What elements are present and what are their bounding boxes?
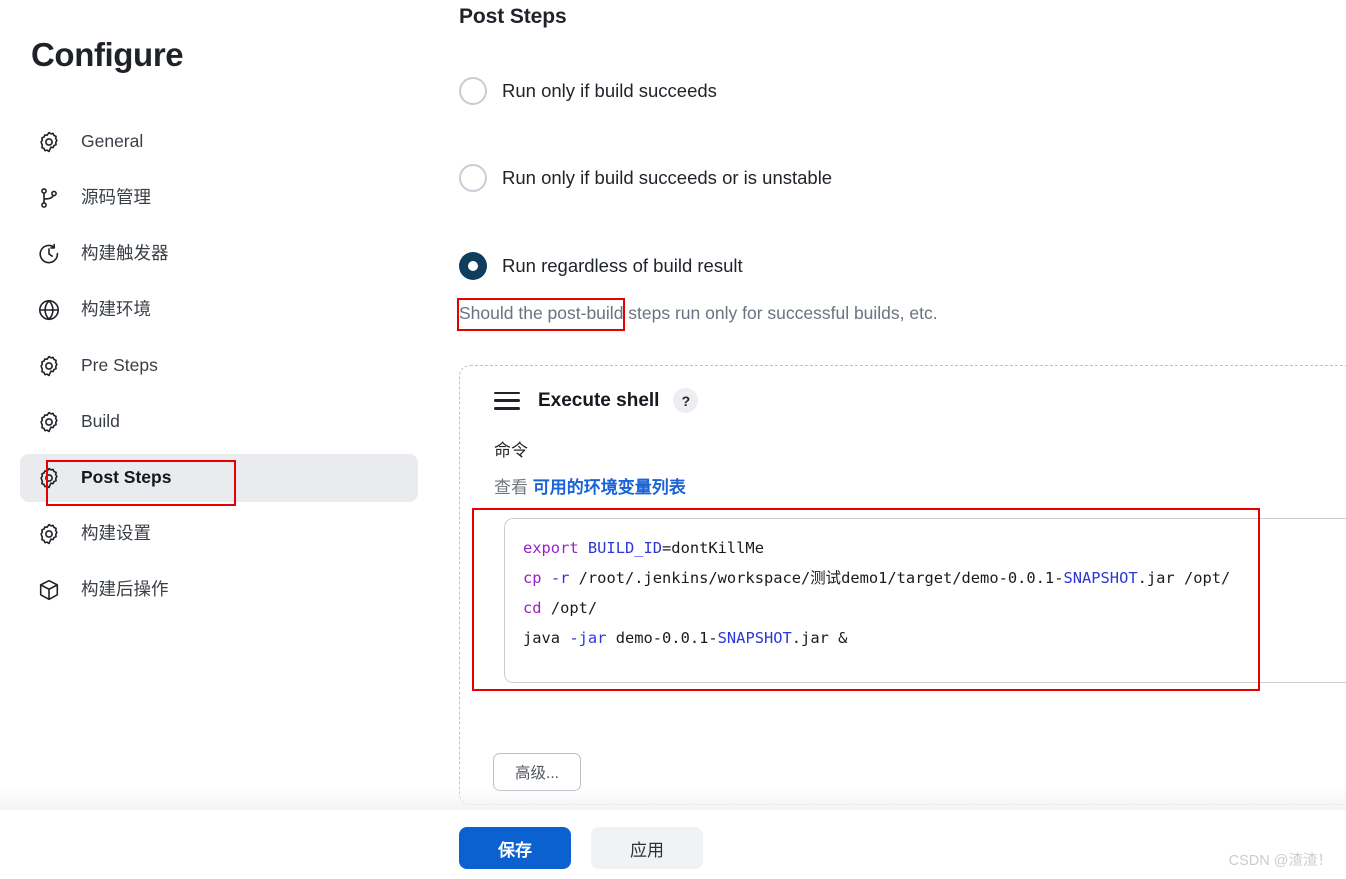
sidebar-item-7[interactable]: Post Steps [20,454,418,502]
code-token: /opt/ [541,599,598,617]
gear-icon [36,521,62,547]
gear-icon [36,129,62,155]
code-token: .jar & [791,629,848,647]
sidebar-item-8[interactable]: 构建设置 [20,510,418,558]
code-token: -r [550,569,570,587]
page-title: Configure [31,36,184,73]
radio-mark[interactable] [459,77,487,105]
sidebar-item-6[interactable]: Build [20,398,418,446]
sidebar-item-3[interactable]: 构建触发器 [20,230,418,278]
gear-icon [36,465,62,491]
sidebar-item-label: Build [81,411,120,432]
help-icon[interactable]: ? [673,388,699,413]
drag-handle-icon[interactable] [494,391,520,410]
gear-icon [36,409,62,435]
globe-icon [36,297,62,323]
clock-icon [36,241,62,267]
radio-run-if-succeeds-or-unstable[interactable]: Run only if build succeeds or is unstabl… [459,164,832,192]
save-button[interactable]: 保存 [459,827,571,869]
code-line: java -jar demo-0.0.1-SNAPSHOT.jar & [523,623,1346,653]
sidebar-item-label: 构建设置 [81,523,151,544]
code-token: demo-0.0.1- [606,629,718,647]
main-content: Post Steps Run only if build succeeds Ru… [440,0,1346,810]
sidebar-item-label: 构建触发器 [81,243,169,264]
package-icon [36,577,62,603]
sidebar-item-label: 构建后操作 [81,579,169,600]
code-token: SNAPSHOT [1063,569,1138,587]
sidebar-item-label: Post Steps [81,467,172,488]
watermark: CSDN @渣渣！ [1228,853,1332,869]
builder-header: Execute shell ? [494,388,699,413]
apply-button[interactable]: 应用 [591,827,703,869]
configure-page: Configure General 源码管理构建触发器构建环境 Pre Steps B… [0,0,1346,879]
code-token: SNAPSHOT [717,629,792,647]
code-line: cd /opt/ [523,593,1346,623]
sidebar-item-9[interactable]: 构建后操作 [20,566,418,614]
scroll-fade [0,786,1346,810]
code-token: cd [523,599,542,617]
code-line: cp -r /root/.jenkins/workspace/测试demo1/t… [523,563,1346,593]
branch-icon [36,185,62,211]
radio-run-regardless[interactable]: Run regardless of build result [459,252,743,280]
radio-mark-selected[interactable] [459,252,487,280]
radio-label: Run regardless of build result [502,255,743,276]
gear-icon [36,353,62,379]
shell-command-editor[interactable]: export BUILD_ID=dontKillMe cp -r /root/.j… [504,518,1346,683]
footer-bar: 保存 应用 [0,810,1346,879]
code-token: =dontKillMe [662,539,764,557]
radio-run-if-succeeds[interactable]: Run only if build succeeds [459,77,717,105]
sidebar-item-label: 源码管理 [81,187,151,208]
env-variables-link[interactable]: 可用的环境变量列表 [533,478,686,497]
radio-label: Run only if build succeeds or is unstabl… [502,167,833,188]
code-token: BUILD_ID [587,539,663,557]
sidebar-nav: General 源码管理构建触发器构建环境 Pre Steps Build Post S… [0,118,440,622]
post-steps-help-text: Should the post-build steps run only for… [459,303,938,323]
sidebar-item-2[interactable]: 源码管理 [20,174,418,222]
command-field-label: 命令 [494,441,528,460]
code-token: -jar [569,629,607,647]
code-line: export BUILD_ID=dontKillMe [523,533,1346,563]
sidebar-item-5[interactable]: Pre Steps [20,342,418,390]
sidebar: Configure General 源码管理构建触发器构建环境 Pre Steps B… [0,0,440,810]
code-token: /root/.jenkins/workspace/测试demo1/target/… [569,569,1064,587]
env-variables-line: 查看 可用的环境变量列表 [494,473,686,498]
sidebar-item-label: General [81,131,144,152]
code-token: java [523,629,561,647]
execute-shell-panel: Execute shell ? 命令 查看 可用的环境变量列表 export B… [459,365,1346,805]
sidebar-item-label: Pre Steps [81,355,158,376]
radio-mark[interactable] [459,164,487,192]
radio-label: Run only if build succeeds [502,80,717,101]
code-token: .jar /opt/ [1137,569,1231,587]
sidebar-item-1[interactable]: General [20,118,418,166]
section-title: Post Steps [459,5,567,28]
code-token: cp [523,569,542,587]
sidebar-item-4[interactable]: 构建环境 [20,286,418,334]
sidebar-item-label: 构建环境 [81,299,151,320]
env-prefix-text: 查看 [494,478,528,497]
code-token: export [523,539,579,557]
builder-title: Execute shell [538,389,660,411]
